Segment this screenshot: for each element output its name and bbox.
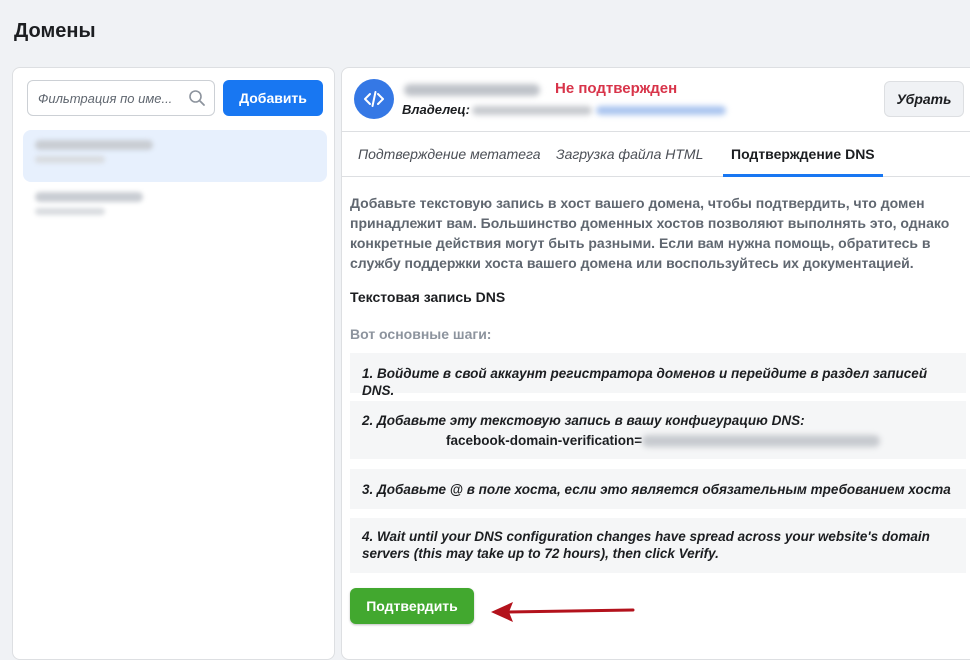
redacted-domain-name	[35, 192, 143, 202]
tab-dns[interactable]: Подтверждение DNS	[723, 132, 883, 177]
dns-record: facebook-domain-verification=	[362, 432, 954, 449]
filter-input[interactable]	[28, 81, 188, 115]
verification-tabs: Подтверждение метатега Загрузка файла HT…	[342, 131, 970, 177]
code-icon	[354, 79, 394, 119]
domain-detail-panel: Не подтвержден Владелец: Убрать Подтверж…	[341, 67, 970, 660]
owner-label: Владелец:	[402, 102, 471, 117]
redacted-domain-status	[35, 208, 105, 215]
step-1: 1. Войдите в свой аккаунт регистратора д…	[350, 353, 966, 398]
redacted-domain-status	[35, 156, 105, 163]
verify-button[interactable]: Подтвердить	[350, 588, 474, 624]
redacted-domain-name	[35, 140, 153, 150]
filter-field[interactable]	[27, 80, 215, 116]
search-icon[interactable]	[188, 89, 206, 107]
step-2: 2. Добавьте эту текстовую запись в вашу …	[350, 401, 966, 459]
domain-list-item[interactable]	[23, 182, 327, 234]
domain-list-panel: Добавить	[12, 67, 335, 660]
redacted-verification-code	[642, 435, 881, 448]
steps-intro: Вот основные шаги:	[350, 326, 492, 342]
step-3: 3. Добавьте @ в поле хоста, если это явл…	[350, 469, 966, 509]
step-text: 3. Добавьте @ в поле хоста, если это явл…	[362, 482, 951, 497]
tab-meta-tag[interactable]: Подтверждение метатега	[358, 132, 541, 177]
page-title: Домены	[14, 20, 96, 42]
domain-list-item-selected[interactable]	[23, 130, 327, 182]
tab-html-upload[interactable]: Загрузка файла HTML	[556, 132, 703, 177]
instructions-text: Добавьте текстовую запись в хост вашего …	[350, 195, 950, 271]
dns-record-prefix: facebook-domain-verification=	[446, 433, 643, 448]
step-text: 1. Войдите в свой аккаунт регистратора д…	[362, 366, 928, 398]
add-domain-button[interactable]: Добавить	[223, 80, 323, 116]
step-text: 2. Добавьте эту текстовую запись в вашу …	[362, 413, 805, 428]
remove-domain-button[interactable]: Убрать	[884, 81, 964, 117]
status-badge: Не подтвержден	[555, 80, 678, 97]
step-text: 4. Wait until your DNS configuration cha…	[362, 529, 930, 561]
redacted-domain-title	[404, 84, 540, 96]
section-title: Текстовая запись DNS	[350, 289, 506, 305]
redacted-owner-name	[472, 106, 592, 115]
redacted-owner-id	[596, 106, 726, 115]
red-arrow-annotation	[491, 602, 635, 622]
step-4: 4. Wait until your DNS configuration cha…	[350, 518, 966, 573]
